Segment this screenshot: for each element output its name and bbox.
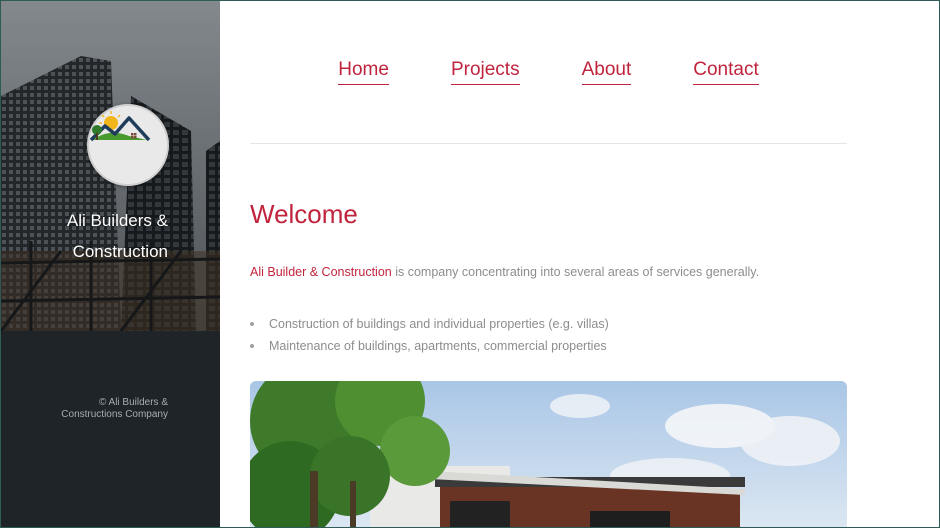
page-title: Welcome: [250, 199, 358, 229]
intro-company-name: Ali Builder & Construction: [250, 265, 392, 279]
nav-link-about[interactable]: About: [581, 57, 632, 85]
copyright: © Ali Builders & Constructions Company: [1, 397, 220, 421]
copyright-line2: Constructions Company: [61, 409, 168, 420]
list-item: Maintenance of buildings, apartments, co…: [250, 335, 609, 357]
nav-link-home[interactable]: Home: [338, 57, 389, 85]
intro-text: Ali Builder & Construction is company co…: [250, 265, 759, 279]
header-divider: [250, 143, 847, 144]
logo[interactable]: [87, 104, 169, 186]
brand-name-line2: Construction: [72, 242, 168, 261]
intro-description: is company concentrating into several ar…: [391, 265, 760, 279]
services-list: Construction of buildings and individual…: [250, 313, 609, 357]
brand-name: Ali Builders & Construction: [1, 205, 220, 267]
featured-building-photo: [250, 381, 847, 527]
page: Ali Builders & Construction © Ali Builde…: [0, 0, 940, 528]
sidebar-hero-image: Ali Builders & Construction: [1, 1, 220, 331]
sidebar: Ali Builders & Construction © Ali Builde…: [1, 1, 220, 527]
brand-name-line1: Ali Builders &: [66, 211, 168, 230]
house-roof-sun-logo-icon: [89, 111, 151, 142]
nav-link-contact[interactable]: Contact: [693, 57, 759, 85]
nav-link-projects[interactable]: Projects: [450, 57, 520, 85]
copyright-line1: © Ali Builders &: [98, 397, 168, 408]
modern-house-photo: [250, 381, 847, 527]
list-item: Construction of buildings and individual…: [250, 313, 609, 335]
main-nav: Home Projects About Contact: [250, 57, 847, 85]
